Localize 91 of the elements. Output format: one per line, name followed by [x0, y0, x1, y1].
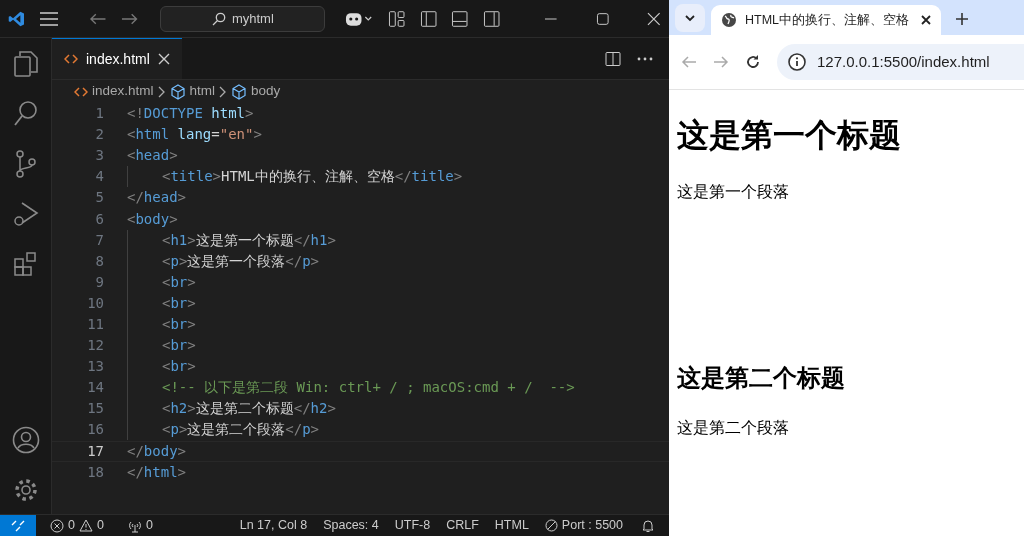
line-number: 13 [86, 357, 104, 377]
maximize-icon[interactable] [595, 11, 610, 26]
line-number: 2 [94, 125, 104, 145]
new-tab-icon[interactable] [955, 12, 969, 26]
code-file-icon [74, 86, 88, 97]
status-item[interactable]: Ln 17, Col 8 [237, 516, 310, 535]
panel-toggle-icon[interactable] [451, 9, 469, 28]
search-icon [211, 11, 226, 26]
code-line: <html lang="en"> [127, 125, 262, 145]
code-line: <!DOCTYPE html> [127, 104, 254, 124]
status-item[interactable]: UTF-8 [392, 516, 433, 535]
close-icon[interactable] [921, 15, 931, 25]
line-number: 1 [94, 104, 104, 124]
code-line: <h1>这是第一个标题</h1> [127, 229, 336, 251]
line-number: 9 [94, 272, 104, 292]
command-search-field[interactable]: myhtml [160, 5, 326, 32]
layout-icon[interactable] [388, 9, 406, 28]
breadcrumb-item[interactable]: index.html [74, 81, 154, 102]
code-file-icon [64, 54, 78, 64]
line-number: 18 [86, 462, 104, 482]
forward-arrow-icon[interactable] [120, 11, 139, 26]
secondary-sidebar-icon[interactable] [482, 9, 501, 28]
more-icon[interactable] [637, 56, 653, 61]
code-line: <h2>这是第二个标题</h2> [127, 398, 336, 420]
page-paragraph: 这是第一个段落 [677, 181, 790, 203]
line-number: 4 [94, 167, 104, 187]
remote-icon [11, 519, 25, 532]
account-icon[interactable] [11, 426, 40, 454]
chevron-icon [219, 85, 228, 98]
line-number: 5 [94, 188, 104, 208]
status-item[interactable]: Spaces: 4 [321, 516, 381, 535]
code-line: <br> [127, 314, 196, 335]
warning-icon [78, 519, 93, 532]
back-arrow-icon[interactable] [89, 11, 107, 26]
status-item[interactable]: HTML [492, 516, 531, 535]
info-icon[interactable] [787, 52, 807, 72]
code-line: </html> [127, 462, 186, 482]
app-logo-icon [8, 9, 26, 28]
live-server-button[interactable]: Port : 5500 [542, 516, 625, 535]
tab-search-button[interactable] [675, 4, 705, 32]
menu-icon[interactable] [39, 10, 60, 27]
run-debug-icon[interactable] [12, 200, 39, 228]
cube-icon [231, 83, 248, 100]
line-number: 6 [94, 209, 104, 229]
code-line: <body> [127, 209, 178, 229]
browser-tab[interactable]: HTML中的换行、注解、空格 [711, 5, 941, 35]
address-bar[interactable]: 127.0.0.1:5500/index.html [777, 44, 1024, 80]
search-icon[interactable] [12, 100, 39, 128]
remote-button[interactable] [0, 514, 36, 536]
chevron-down-icon [685, 14, 695, 22]
line-number: 11 [86, 315, 104, 334]
code-line: <!-- 以下是第二段 Win: ctrl+ / ; macOS:cmd + / --> [127, 377, 575, 399]
globe-icon [721, 12, 737, 28]
code-line: </head> [127, 188, 186, 208]
chevron-icon [157, 85, 166, 98]
line-number: 12 [86, 336, 104, 356]
extensions-icon[interactable] [12, 250, 39, 278]
explorer-icon[interactable] [12, 50, 39, 78]
code-line: <br> [127, 271, 196, 293]
no-entry-icon [544, 519, 558, 532]
problems-button[interactable]: 0 0 [48, 516, 106, 535]
reload-icon[interactable] [745, 54, 761, 70]
line-number: 15 [86, 399, 104, 419]
line-number: 14 [86, 378, 104, 398]
line-number: 17 [86, 441, 104, 461]
code-line: <br> [127, 335, 196, 357]
status-item[interactable]: CRLF [444, 516, 481, 535]
notifications-icon[interactable] [641, 518, 655, 533]
code-line: <head> [127, 146, 178, 166]
line-number: 3 [94, 146, 104, 166]
code-line: </body> [127, 441, 186, 461]
code-line: <p>这是第二个段落</p> [127, 419, 320, 441]
code-line: <br> [127, 356, 196, 378]
breadcrumb-item[interactable]: html [169, 81, 216, 102]
code-line: <title>HTML中的换行、注解、空格</title> [127, 166, 463, 188]
sidebar-toggle-icon[interactable] [419, 9, 438, 28]
ports-button[interactable]: 0 [125, 516, 155, 535]
line-number: 8 [94, 251, 104, 271]
line-number: 10 [86, 293, 104, 313]
line-number: 16 [86, 420, 104, 440]
code-line: <p>这是第一个段落</p> [127, 250, 320, 272]
cube-icon [169, 83, 186, 100]
breadcrumb-item[interactable]: body [231, 81, 281, 102]
code-line: <br> [127, 292, 196, 314]
editor-tab[interactable]: index.html [52, 38, 182, 79]
line-number: 7 [94, 230, 104, 250]
page-subheading: 这是第二个标题 [677, 363, 846, 394]
page-heading: 这是第一个标题 [677, 115, 902, 156]
page-paragraph: 这是第二个段落 [677, 417, 790, 439]
split-editor-icon[interactable] [605, 50, 621, 67]
error-icon [50, 518, 64, 533]
